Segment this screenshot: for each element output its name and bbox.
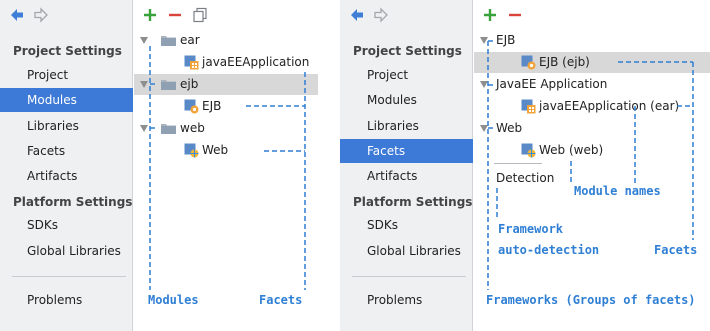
copy-icon[interactable] <box>192 7 208 23</box>
sidebar-item-libraries[interactable]: Libraries <box>0 114 133 138</box>
tree-row-web-facet[interactable]: Web (web) <box>474 140 710 161</box>
tree-label: ear <box>180 33 200 47</box>
annotation-facets: Facets <box>259 293 303 307</box>
tree-row-javaee-group[interactable]: JavaEE Application <box>474 74 710 95</box>
expand-arrow-icon[interactable] <box>140 125 148 132</box>
platform-settings-heading: Platform Settings <box>353 195 473 209</box>
javaee-facet-icon <box>521 99 536 114</box>
annotation-modules: Modules <box>148 293 199 307</box>
ejb-facet-icon <box>521 55 536 70</box>
tree-label: EJB <box>496 33 516 47</box>
module-folder-icon <box>161 80 176 90</box>
modules-panel: Project Settings Project Modules Librari… <box>0 0 318 331</box>
facets-content: EJB EJB (ejb) JavaEE Application javaEEA… <box>474 0 710 331</box>
tree-label: javaEEApplication <box>202 55 310 69</box>
sidebar-item-problems[interactable]: Problems <box>0 288 133 312</box>
sidebar-item-artifacts[interactable]: Artifacts <box>0 164 133 188</box>
tree-row-ejb-facet[interactable]: EJB <box>134 96 318 117</box>
minus-icon[interactable] <box>507 7 523 23</box>
expand-arrow-icon[interactable] <box>480 81 488 88</box>
minus-icon[interactable] <box>167 7 183 23</box>
arrow-right-icon[interactable] <box>373 7 389 23</box>
sidebar-item-modules[interactable]: Modules <box>340 88 473 112</box>
tree-row-web[interactable]: web <box>134 118 318 139</box>
project-settings-heading: Project Settings <box>353 44 462 58</box>
tree-row-ejb[interactable]: ejb <box>134 74 318 95</box>
sidebar-item-global-libraries[interactable]: Global Libraries <box>0 239 133 263</box>
arrow-right-icon[interactable] <box>33 7 49 23</box>
modules-content: ear javaEEApplication ejb EJB web Web <box>134 0 318 331</box>
nav-toolbar <box>340 0 473 30</box>
sidebar-item-problems[interactable]: Problems <box>340 288 473 312</box>
tree-row-ejb-facet[interactable]: EJB (ejb) <box>474 52 710 73</box>
annotation-framework: Framework <box>498 222 564 236</box>
facets-panel: Project Settings Project Modules Librari… <box>340 0 710 331</box>
tree-toolbar <box>134 0 318 30</box>
expand-arrow-icon[interactable] <box>140 81 148 88</box>
annotation-facets: Facets <box>654 243 698 257</box>
tree-row-ejb-group[interactable]: EJB <box>474 30 710 51</box>
tree-label: javaEEApplication (ear) <box>539 99 680 113</box>
platform-settings-heading: Platform Settings <box>13 195 133 209</box>
annotation-frameworks: Frameworks (Groups of facets) <box>486 293 696 307</box>
tree-label: Web <box>202 143 229 157</box>
tree-label: EJB (ejb) <box>539 55 590 69</box>
web-facet-icon <box>521 143 536 158</box>
arrow-left-icon[interactable] <box>9 7 25 23</box>
sidebar: Project Settings Project Modules Librari… <box>340 0 473 331</box>
sidebar-item-facets[interactable]: Facets <box>340 139 473 163</box>
tree-label: Web (web) <box>539 143 604 157</box>
web-facet-icon <box>184 143 199 158</box>
sidebar-separator <box>352 276 466 277</box>
sidebar-item-project[interactable]: Project <box>340 63 473 87</box>
plus-icon[interactable] <box>142 7 158 23</box>
sidebar-item-artifacts[interactable]: Artifacts <box>340 164 473 188</box>
tree-toolbar <box>474 0 710 30</box>
sidebar-item-global-libraries[interactable]: Global Libraries <box>340 239 473 263</box>
expand-arrow-icon[interactable] <box>480 125 488 132</box>
project-settings-heading: Project Settings <box>13 44 122 58</box>
tree-label: JavaEE Application <box>496 77 608 91</box>
module-folder-icon <box>161 36 176 46</box>
ejb-facet-icon <box>184 99 199 114</box>
expand-arrow-icon[interactable] <box>140 37 148 44</box>
sidebar-item-project[interactable]: Project <box>0 63 133 87</box>
sidebar-item-libraries[interactable]: Libraries <box>340 114 473 138</box>
annotation-module-names: Module names <box>574 184 661 198</box>
tree-row-ear[interactable]: ear <box>134 30 318 51</box>
nav-toolbar <box>0 0 133 30</box>
tree-label: Web <box>496 121 523 135</box>
expand-arrow-icon[interactable] <box>480 37 488 44</box>
tree-row-javaee-facet[interactable]: javaEEApplication (ear) <box>474 96 710 117</box>
tree-row-javaeeapplication[interactable]: javaEEApplication <box>134 52 318 73</box>
detection-item[interactable]: Detection <box>496 170 554 186</box>
plus-icon[interactable] <box>482 7 498 23</box>
detection-separator <box>494 163 542 164</box>
sidebar: Project Settings Project Modules Librari… <box>0 0 133 331</box>
sidebar-item-modules[interactable]: Modules <box>0 88 133 112</box>
sidebar-item-facets[interactable]: Facets <box>0 139 133 163</box>
sidebar-item-sdks[interactable]: SDKs <box>0 213 133 237</box>
tree-label: EJB <box>202 99 222 113</box>
annotation-auto-detection: auto-detection <box>498 243 600 257</box>
tree-row-web-group[interactable]: Web <box>474 118 710 139</box>
tree-label: ejb <box>180 77 199 91</box>
sidebar-separator <box>12 276 126 277</box>
arrow-left-icon[interactable] <box>349 7 365 23</box>
tree-label: web <box>180 121 205 135</box>
module-folder-icon <box>161 124 176 134</box>
sidebar-item-sdks[interactable]: SDKs <box>340 213 473 237</box>
javaee-facet-icon <box>184 55 199 70</box>
tree-row-web-facet[interactable]: Web <box>134 140 318 161</box>
